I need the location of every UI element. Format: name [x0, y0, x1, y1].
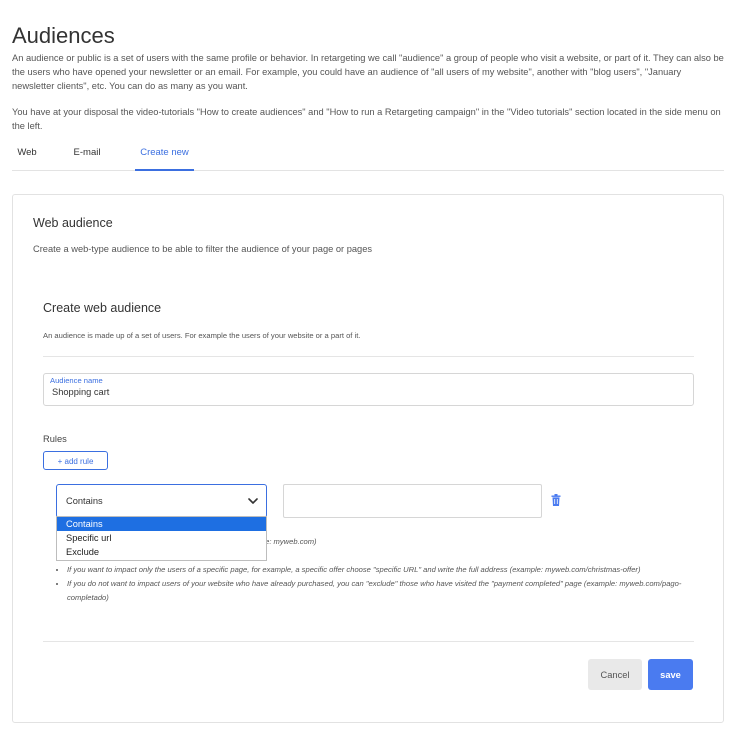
- option-contains[interactable]: Contains: [57, 517, 266, 531]
- rule-type-dropdown: Contains Specific url Exclude: [56, 516, 267, 561]
- help-item: If you do not want to impact users of yo…: [67, 577, 701, 605]
- tab-email[interactable]: E-mail: [72, 138, 102, 171]
- intro-paragraph: An audience or public is a set of users …: [12, 53, 724, 91]
- rule-type-value: Contains: [66, 496, 103, 506]
- rules-label: Rules: [43, 434, 67, 444]
- divider: [43, 356, 694, 357]
- help-item: If you want to impact only the users of …: [67, 563, 701, 577]
- audience-name-label: Audience name: [50, 376, 103, 385]
- trash-icon[interactable]: [551, 494, 561, 506]
- audience-name-value[interactable]: Shopping cart: [52, 387, 109, 397]
- card-title: Web audience: [33, 216, 113, 230]
- card-description: Create a web-type audience to be able to…: [33, 244, 373, 254]
- add-rule-button[interactable]: + add rule: [43, 451, 108, 470]
- page-title: Audiences: [12, 22, 115, 48]
- divider: [43, 641, 694, 642]
- option-specific-url[interactable]: Specific url: [57, 531, 266, 545]
- audience-tabs: Web E-mail Create new: [12, 138, 724, 171]
- audience-name-field[interactable]: Audience name Shopping cart: [43, 373, 694, 406]
- option-exclude[interactable]: Exclude: [57, 545, 266, 559]
- save-button[interactable]: save: [648, 659, 693, 690]
- form-description: An audience is made up of a set of users…: [43, 331, 361, 340]
- tab-create-new[interactable]: Create new: [135, 138, 194, 171]
- form-title: Create web audience: [43, 301, 162, 315]
- intro-tutorials-paragraph: You have at your disposal the video-tuto…: [12, 107, 721, 131]
- rule-type-select[interactable]: Contains: [56, 484, 267, 518]
- tab-web[interactable]: Web: [16, 138, 38, 171]
- rule-value-input[interactable]: [283, 484, 542, 518]
- cancel-button[interactable]: Cancel: [588, 659, 642, 690]
- chevron-down-icon: [248, 498, 258, 504]
- web-audience-card: Web audience Create a web-type audience …: [12, 194, 724, 723]
